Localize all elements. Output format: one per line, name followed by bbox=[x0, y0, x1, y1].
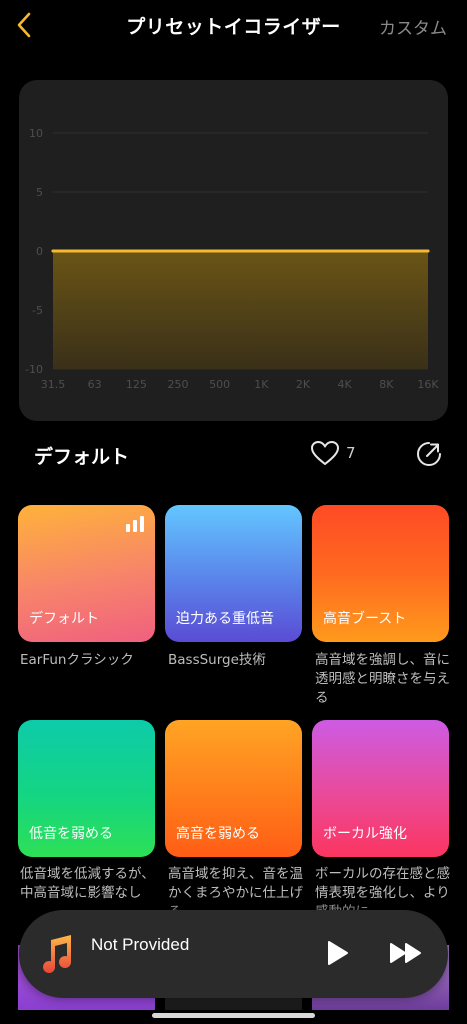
custom-button[interactable]: カスタム bbox=[379, 14, 447, 39]
y-tick-label: 10 bbox=[29, 127, 43, 140]
x-tick-label: 2K bbox=[296, 378, 311, 391]
x-tick-label: 8K bbox=[379, 378, 394, 391]
y-tick-label: -10 bbox=[25, 363, 43, 376]
preset-tile-label: 高音を弱める bbox=[176, 826, 260, 842]
x-tick-label: 250 bbox=[168, 378, 189, 391]
x-tick-label: 500 bbox=[209, 378, 230, 391]
preset-tile-vocal[interactable]: ボーカル強化 bbox=[312, 720, 449, 857]
preset-tile-label: 低音を弱める bbox=[29, 826, 113, 842]
eq-area bbox=[53, 251, 428, 369]
eq-point bbox=[426, 249, 430, 253]
preset-desc: ボーカルの存在感と感情表現を強化し、より感動的に bbox=[315, 866, 450, 915]
preset-tile-bass-boost[interactable]: 迫力ある重低音 bbox=[165, 505, 302, 642]
y-tick-label: 0 bbox=[36, 245, 43, 258]
preset-tile-label: ボーカル強化 bbox=[323, 826, 407, 842]
x-tick-label: 1K bbox=[254, 378, 269, 391]
play-icon bbox=[328, 941, 348, 965]
share-button[interactable] bbox=[415, 440, 443, 472]
current-preset-row: デフォルト 7 bbox=[0, 430, 467, 480]
x-tick-label: 125 bbox=[126, 378, 147, 391]
play-button[interactable] bbox=[325, 940, 349, 970]
next-track-button[interactable] bbox=[389, 941, 423, 969]
eq-point bbox=[134, 249, 138, 253]
eq-point bbox=[93, 249, 97, 253]
equalizer-chart: 10 5 0 -5 -10 31.5 63 125 250 500 1K 2K 4K 8K 16K bbox=[25, 127, 439, 391]
x-tick-label: 4K bbox=[338, 378, 353, 391]
fast-forward-icon bbox=[390, 943, 421, 963]
preset-desc: EarFunクラシック bbox=[20, 652, 134, 668]
eq-point bbox=[384, 249, 388, 253]
like-count: 7 bbox=[346, 444, 356, 462]
preset-tile-bass-reduce[interactable]: 低音を弱める bbox=[18, 720, 155, 857]
eq-point bbox=[301, 249, 305, 253]
active-equalizer-icon bbox=[126, 516, 144, 532]
eq-point bbox=[259, 249, 263, 253]
home-indicator bbox=[152, 1013, 315, 1018]
preset-desc: 低音域を低減するが、中高音域に影響なし bbox=[20, 866, 155, 901]
preset-tile-default[interactable]: デフォルト bbox=[18, 505, 155, 642]
current-preset-name: デフォルト bbox=[34, 446, 130, 468]
preset-desc: 高音域を抑え、音を温かくまろやかに仕上げる bbox=[168, 866, 303, 915]
eq-point bbox=[343, 249, 347, 253]
preset-desc: BassSurge技術 bbox=[168, 652, 266, 668]
preset-tile-treble-reduce[interactable]: 高音を弱める bbox=[165, 720, 302, 857]
nav-bar: プリセットイコライザー カスタム bbox=[0, 0, 467, 50]
mini-player[interactable]: Not Provided bbox=[19, 910, 448, 998]
y-tick-label: -5 bbox=[32, 304, 43, 317]
preset-tile-label: デフォルト bbox=[29, 611, 99, 627]
x-tick-label: 31.5 bbox=[41, 378, 66, 391]
track-title: Not Provided bbox=[91, 935, 190, 954]
x-tick-label: 63 bbox=[88, 378, 102, 391]
share-icon bbox=[417, 442, 441, 466]
music-note-icon bbox=[43, 935, 72, 974]
y-tick-label: 5 bbox=[36, 186, 43, 199]
like-button[interactable]: 7 bbox=[310, 440, 356, 466]
preset-tile-treble-boost[interactable]: 高音ブースト bbox=[312, 505, 449, 642]
eq-point bbox=[176, 249, 180, 253]
heart-icon bbox=[310, 440, 340, 466]
equalizer-graph: 10 5 0 -5 -10 31.5 63 125 250 500 1K 2K 4K 8K 16K bbox=[19, 80, 448, 421]
eq-point bbox=[218, 249, 222, 253]
x-tick-label: 16K bbox=[417, 378, 439, 391]
preset-tile-label: 迫力ある重低音 bbox=[176, 611, 274, 627]
preset-desc: 高音域を強調し、音に透明感と明瞭さを与える bbox=[315, 652, 450, 706]
eq-point bbox=[51, 249, 55, 253]
preset-tile-label: 高音ブースト bbox=[323, 611, 407, 627]
